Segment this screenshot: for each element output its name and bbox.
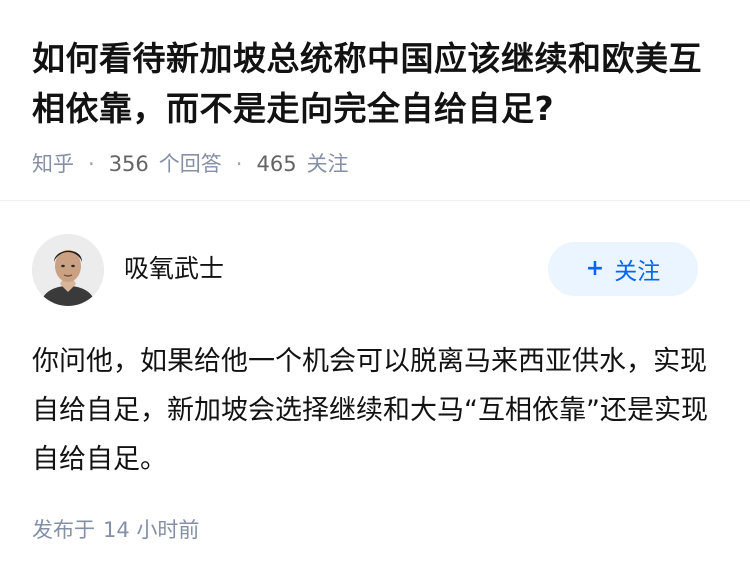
- author-name[interactable]: 吸氧武士: [124, 252, 224, 286]
- publish-info: 发布于 14 小时前: [32, 515, 199, 545]
- answer-page: 如何看待新加坡总统称中国应该继续和欧美互相依靠，而不是走向完全自给自足? 知乎 …: [0, 0, 750, 580]
- answer-content[interactable]: 你问他，如果给他一个机会可以脱离马来西亚供水，实现自给自足，新加坡会选择继续和大…: [32, 337, 722, 484]
- follow-button[interactable]: + 关注: [548, 242, 698, 296]
- question-header: 如何看待新加坡总统称中国应该继续和欧美互相依靠，而不是走向完全自给自足? 知乎 …: [32, 34, 722, 179]
- publish-time: 14 小时前: [103, 518, 200, 542]
- answer-count: 356: [108, 152, 149, 176]
- follow-button-label: 关注: [614, 259, 661, 285]
- separator-dot: ·: [88, 152, 95, 176]
- question-meta: 知乎 · 356 个回答 · 465 关注: [32, 149, 722, 179]
- publish-label: 发布于: [32, 518, 95, 542]
- avatar-photo: [32, 234, 104, 306]
- source-label[interactable]: 知乎: [32, 149, 74, 179]
- question-title[interactable]: 如何看待新加坡总统称中国应该继续和欧美互相依靠，而不是走向完全自给自足?: [32, 34, 722, 134]
- follower-count: 465: [256, 152, 297, 176]
- section-divider: [0, 200, 750, 201]
- plus-icon: +: [585, 256, 605, 281]
- answer-count-label[interactable]: 个回答: [159, 149, 222, 179]
- separator-dot: ·: [235, 152, 243, 176]
- avatar[interactable]: [32, 234, 104, 306]
- follower-count-label[interactable]: 关注: [307, 149, 349, 179]
- author-row: 吸氧武士 + 关注: [32, 234, 698, 306]
